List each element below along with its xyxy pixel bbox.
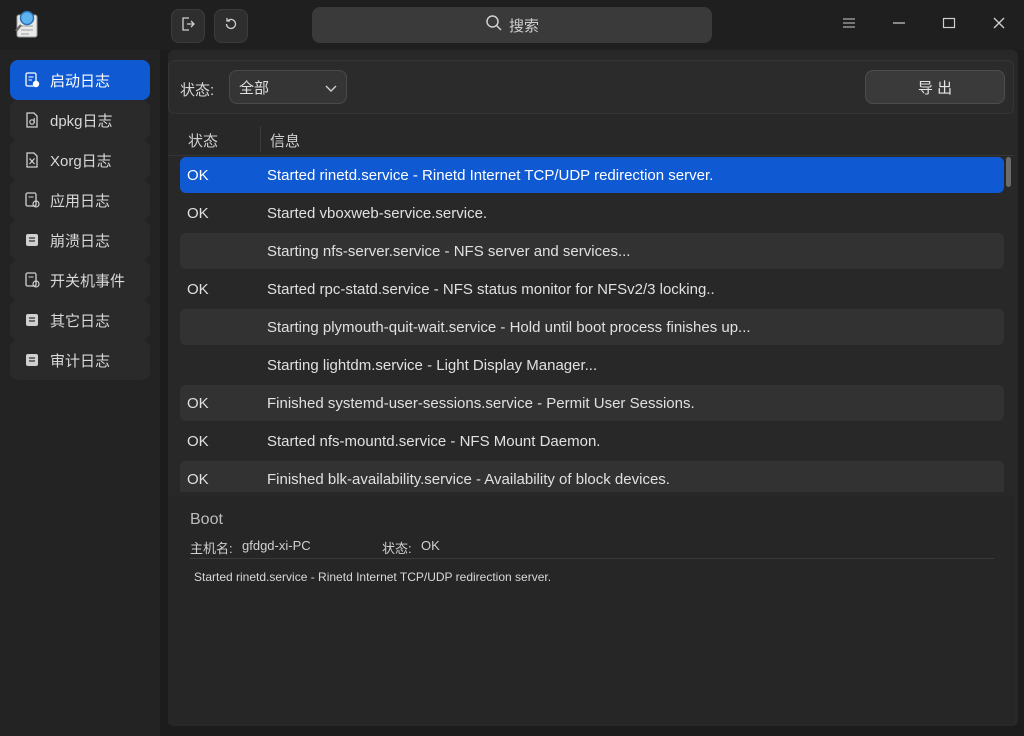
row-info: Started rpc-statd.service - NFS status m…	[267, 281, 715, 298]
minimize-button[interactable]	[884, 10, 914, 40]
row-status: OK	[187, 433, 209, 450]
sidebar-item-dpkg-log[interactable]: dpkg日志	[10, 100, 150, 140]
maximize-button[interactable]	[934, 10, 964, 40]
sidebar-item-audit-log[interactable]: 审计日志	[10, 340, 150, 380]
row-status: OK	[187, 281, 209, 298]
status-filter-value: 全部	[239, 79, 270, 97]
sidebar-item-label: 开关机事件	[50, 272, 126, 290]
row-status: OK	[187, 167, 209, 184]
log-viewer-logo-icon	[12, 9, 42, 39]
row-info: Started nfs-mountd.service - NFS Mount D…	[267, 433, 601, 450]
status-filter-dropdown[interactable]: 全部	[229, 70, 347, 104]
column-header-status[interactable]: 状态	[188, 130, 218, 151]
other-log-icon	[24, 312, 40, 328]
detail-message: Started rinetd.service - Rinetd Internet…	[194, 570, 552, 584]
menu-button[interactable]	[834, 10, 864, 40]
sidebar-item-crash-log[interactable]: 崩溃日志	[10, 220, 150, 260]
sidebar-item-other-log[interactable]: 其它日志	[10, 300, 150, 340]
sidebar-item-label: 应用日志	[50, 192, 111, 210]
close-icon	[992, 16, 1006, 35]
row-status: OK	[187, 205, 209, 222]
table-row[interactable]: OK Started nfs-mountd.service - NFS Moun…	[180, 423, 1004, 459]
sidebar-item-label: dpkg日志	[50, 112, 113, 130]
sidebar-item-label: 崩溃日志	[50, 232, 111, 250]
row-info: Finished blk-availability.service - Avai…	[267, 471, 670, 488]
table-row[interactable]: Starting plymouth-quit-wait.service - Ho…	[180, 309, 1004, 345]
row-info: Started vboxweb-service.service.	[267, 205, 488, 222]
refresh-icon	[223, 16, 239, 37]
table-row[interactable]: OK Started rinetd.service - Rinetd Inter…	[180, 157, 1004, 193]
log-table: OK Started rinetd.service - Rinetd Inter…	[180, 156, 1004, 492]
search-icon	[485, 14, 503, 36]
detail-panel: Boot 主机名: gfdgd-xi-PC 状态: OK Started rin…	[168, 496, 1014, 724]
sidebar-item-boot-log[interactable]: 启动日志	[10, 60, 150, 100]
detail-status-value: OK	[421, 538, 440, 553]
detail-status-label: 状态:	[382, 541, 412, 556]
table-row[interactable]: OK Finished systemd-user-sessions.servic…	[180, 385, 1004, 421]
minimize-icon	[892, 16, 906, 35]
export-button[interactable]	[171, 9, 205, 43]
sidebar-item-label: Xorg日志	[50, 152, 112, 170]
row-info: Started rinetd.service - Rinetd Internet…	[267, 167, 714, 184]
sidebar-item-power-events[interactable]: 开关机事件	[10, 260, 150, 300]
table-row[interactable]: Starting lightdm.service - Light Display…	[180, 347, 1004, 383]
column-divider	[260, 126, 261, 152]
power-event-icon	[24, 272, 40, 288]
menu-icon	[842, 16, 856, 35]
sidebar-item-xorg-log[interactable]: Xorg日志	[10, 140, 150, 180]
xorg-log-icon	[24, 152, 40, 168]
app-log-icon	[24, 192, 40, 208]
table-row[interactable]: OK Started vboxweb-service.service.	[180, 195, 1004, 231]
sidebar: 启动日志 dpkg日志 Xorg日志 应用日志 崩溃日志 开关机事件 其它日志 …	[0, 50, 160, 736]
filter-bar: 状态: 全部 导 出	[168, 60, 1014, 114]
sidebar-item-label: 启动日志	[50, 72, 111, 90]
export-logs-button[interactable]: 导 出	[865, 70, 1005, 104]
crash-log-icon	[24, 232, 40, 248]
sidebar-item-label: 其它日志	[50, 312, 111, 330]
title-bar: 搜索	[0, 0, 1024, 50]
table-header: 状态 信息	[168, 120, 1014, 156]
table-row[interactable]: OK Started rpc-statd.service - NFS statu…	[180, 271, 1004, 307]
export-icon	[180, 16, 196, 37]
close-button[interactable]	[984, 10, 1014, 40]
column-header-info[interactable]: 信息	[270, 130, 300, 151]
audit-log-icon	[24, 352, 40, 368]
refresh-button[interactable]	[214, 9, 248, 43]
table-scrollbar[interactable]	[1006, 157, 1011, 187]
table-row[interactable]: OK Finished blk-availability.service - A…	[180, 461, 1004, 492]
main-panel: 状态: 全部 导 出 状态 信息 OK Started rinetd.servi…	[168, 50, 1018, 726]
status-filter-label: 状态:	[180, 82, 215, 99]
row-info: Finished systemd-user-sessions.service -…	[267, 395, 695, 412]
row-info: Starting plymouth-quit-wait.service - Ho…	[267, 319, 751, 336]
row-info: Starting nfs-server.service - NFS server…	[267, 243, 631, 260]
search-placeholder: 搜索	[508, 17, 539, 35]
row-status: OK	[187, 471, 209, 488]
search-input[interactable]: 搜索	[312, 7, 712, 43]
sidebar-item-app-log[interactable]: 应用日志	[10, 180, 150, 220]
row-info: Starting lightdm.service - Light Display…	[267, 357, 598, 374]
sidebar-item-label: 审计日志	[50, 352, 111, 370]
detail-divider	[190, 558, 994, 559]
boot-log-icon	[24, 72, 40, 88]
detail-host-value: gfdgd-xi-PC	[242, 538, 311, 553]
row-status: OK	[187, 395, 209, 412]
table-row[interactable]: Starting nfs-server.service - NFS server…	[180, 233, 1004, 269]
dpkg-log-icon	[24, 112, 40, 128]
detail-host-label: 主机名:	[190, 541, 233, 556]
detail-title: Boot	[190, 511, 223, 528]
maximize-icon	[942, 16, 956, 35]
chevron-down-icon	[324, 81, 338, 99]
